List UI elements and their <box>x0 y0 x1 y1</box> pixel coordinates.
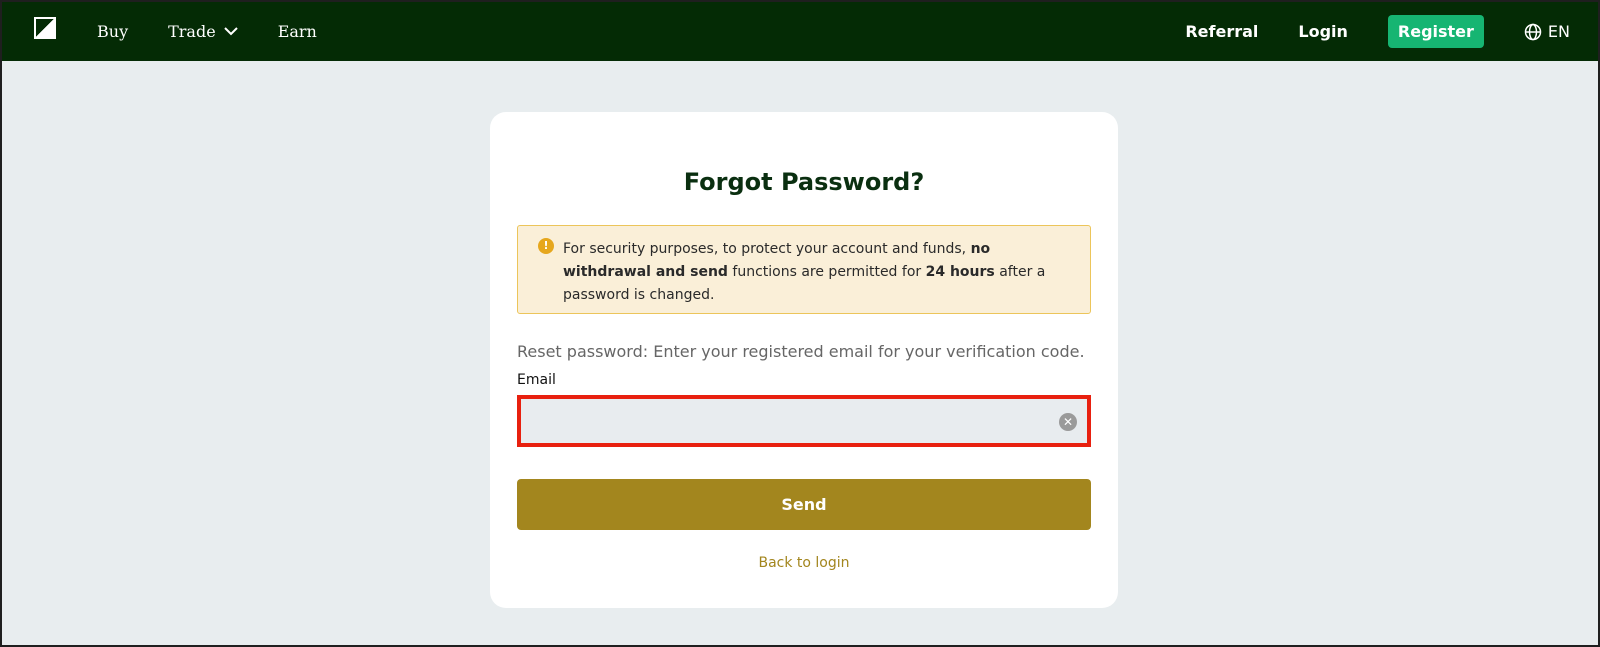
nav-trade[interactable]: Trade <box>168 22 238 41</box>
email-field: ✕ <box>517 395 1091 447</box>
alert-icon: ! <box>538 238 554 254</box>
nav-login[interactable]: Login <box>1298 22 1348 41</box>
globe-icon <box>1524 23 1542 40</box>
warning-text-2: functions are permitted for <box>727 264 926 280</box>
warning-text: For security purposes, to protect your a… <box>563 241 1045 303</box>
email-input[interactable] <box>521 399 1087 443</box>
warning-bold-2: 24 hours <box>925 264 995 280</box>
main-nav: Buy Trade Earn <box>97 2 357 61</box>
top-nav-bar: Buy Trade Earn Referral Login Register E… <box>2 2 1598 61</box>
clear-icon[interactable]: ✕ <box>1059 413 1077 431</box>
email-label: Email <box>517 372 556 388</box>
chevron-down-icon <box>223 27 238 36</box>
register-button[interactable]: Register <box>1387 15 1484 48</box>
language-label: EN <box>1547 22 1570 41</box>
reset-description: Reset password: Enter your registered em… <box>517 342 1085 361</box>
back-to-login-link[interactable]: Back to login <box>490 555 1118 571</box>
language-selector[interactable]: EN <box>1524 22 1570 41</box>
account-nav: Referral Login Register EN <box>1185 2 1570 61</box>
page-title: Forgot Password? <box>683 168 925 196</box>
security-warning: ! For security purposes, to protect your… <box>517 225 1091 314</box>
nav-referral[interactable]: Referral <box>1185 22 1258 41</box>
send-button[interactable]: Send <box>517 479 1091 530</box>
nav-buy[interactable]: Buy <box>97 22 128 41</box>
nav-trade-label: Trade <box>168 22 216 41</box>
nav-earn[interactable]: Earn <box>278 22 317 41</box>
logo-icon[interactable] <box>34 17 56 39</box>
warning-text-1: For security purposes, to protect your a… <box>563 241 971 257</box>
forgot-password-card: Forgot Password? ! For security purposes… <box>490 112 1118 608</box>
